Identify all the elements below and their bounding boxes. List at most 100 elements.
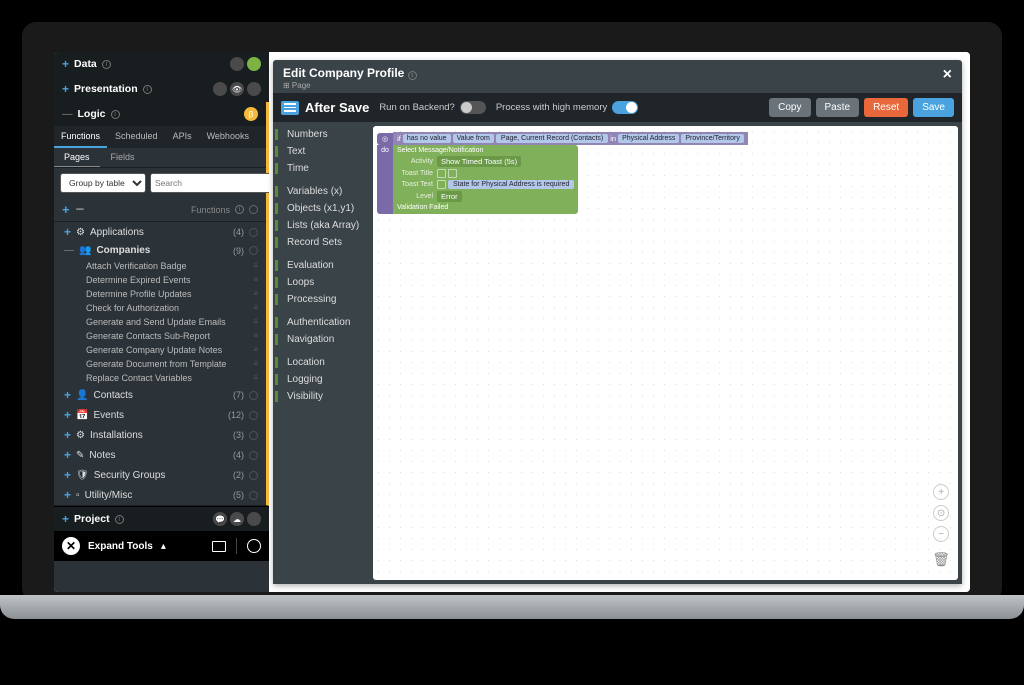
block-canvas[interactable]: ◎ if has no value Value from Page, Curre… xyxy=(373,126,958,580)
palette-logging[interactable]: Logging xyxy=(273,371,373,388)
tab-webhooks[interactable]: Webhooks xyxy=(200,126,256,148)
palette-variables[interactable]: Variables (x) xyxy=(273,183,373,200)
palette-location[interactable]: Location xyxy=(273,354,373,371)
tree-notes[interactable]: +✎Notes(4) xyxy=(54,445,266,465)
close-icon[interactable]: × xyxy=(943,66,952,84)
sub-item[interactable]: Check for Authorization≡ xyxy=(54,301,266,315)
tab-functions[interactable]: Functions xyxy=(54,126,107,148)
tree-contacts[interactable]: +👤Contacts(7) xyxy=(54,385,266,405)
palette-numbers[interactable]: Numbers xyxy=(273,126,373,143)
remove-icon[interactable]: − xyxy=(76,201,85,218)
tree-label: Security Groups xyxy=(94,470,166,481)
expand-icon: + xyxy=(64,225,71,239)
expand-tools[interactable]: ✕ Expand Tools▴ xyxy=(54,531,269,561)
subtab-fields[interactable]: Fields xyxy=(101,148,145,167)
gear-icon[interactable] xyxy=(249,228,258,237)
palette-eval[interactable]: Evaluation xyxy=(273,257,373,274)
section-logic[interactable]: —Logici β xyxy=(54,102,266,126)
dot-icon[interactable] xyxy=(247,512,261,526)
dot-icon[interactable] xyxy=(247,82,261,96)
dot-icon[interactable]: ☁ xyxy=(230,512,244,526)
expand-icon: + xyxy=(64,468,71,482)
section-data[interactable]: +Datai xyxy=(54,52,269,76)
sub-item[interactable]: Generate Company Update Notes≡ xyxy=(54,343,266,357)
gear-icon[interactable] xyxy=(249,205,258,214)
palette-auth[interactable]: Authentication xyxy=(273,314,373,331)
palette-text[interactable]: Text xyxy=(273,143,373,160)
editor-section-title: After Save xyxy=(305,100,369,115)
tree-installations[interactable]: +⚙Installations(3) xyxy=(54,425,266,445)
section-presentation[interactable]: +Presentationi 👁 xyxy=(54,77,269,101)
tab-apis[interactable]: APIs xyxy=(166,126,199,148)
empty-slot[interactable] xyxy=(448,169,457,178)
block-province[interactable]: Province/Territory xyxy=(681,134,743,143)
block-showtoast[interactable]: Show Timed Toast (5s) xyxy=(437,156,521,167)
palette-lists[interactable]: Lists (aka Array) xyxy=(273,217,373,234)
zoom-in-icon[interactable]: + xyxy=(933,484,949,500)
empty-slot[interactable] xyxy=(437,169,446,178)
group-by-select[interactable]: Group by table xyxy=(60,173,146,193)
block-valuefrom[interactable]: Value from xyxy=(453,134,494,143)
sliders-icon: ⚙ xyxy=(76,227,85,238)
section-project[interactable]: +Projecti 💬☁ xyxy=(54,506,269,531)
palette-loops[interactable]: Loops xyxy=(273,274,373,291)
palette-processing[interactable]: Processing xyxy=(273,291,373,308)
sub-item[interactable]: Determine Profile Updates≡ xyxy=(54,287,266,301)
gear-icon[interactable] xyxy=(249,411,258,420)
backend-option[interactable]: Run on Backend? xyxy=(379,101,486,114)
block-hasnovalue[interactable]: has no value xyxy=(403,134,451,143)
palette-objects[interactable]: Objects (x1,y1) xyxy=(273,200,373,217)
editor-panel: Edit Company Profile i ⊞ Page × After Sa… xyxy=(273,60,962,584)
highmem-toggle[interactable] xyxy=(612,101,638,114)
gear-icon[interactable] xyxy=(249,391,258,400)
dot-green-icon[interactable] xyxy=(247,57,261,71)
dot-icon[interactable] xyxy=(213,82,227,96)
gear-icon[interactable] xyxy=(249,491,258,500)
trash-icon[interactable]: 🗑 xyxy=(932,551,950,568)
tree-events[interactable]: +📅Events(12) xyxy=(54,405,266,425)
menu-icon[interactable] xyxy=(281,101,299,115)
sub-item[interactable]: Generate Document from Template≡ xyxy=(54,357,266,371)
reset-button[interactable]: Reset xyxy=(864,98,908,117)
tree-applications[interactable]: +⚙Applications(4) xyxy=(54,222,266,242)
sub-item[interactable]: Generate Contacts Sub-Report≡ xyxy=(54,329,266,343)
sub-item[interactable]: Generate and Send Update Emails≡ xyxy=(54,315,266,329)
subtab-pages[interactable]: Pages xyxy=(54,148,100,167)
tab-scheduled[interactable]: Scheduled xyxy=(108,126,165,148)
tree-security[interactable]: +🛡Security Groups(2) xyxy=(54,465,266,485)
dot-icon[interactable] xyxy=(230,57,244,71)
copy-button[interactable]: Copy xyxy=(769,98,810,117)
sub-item[interactable]: Attach Verification Badge≡ xyxy=(54,259,266,273)
sub-item[interactable]: Replace Contact Variables≡ xyxy=(54,371,266,385)
zoom-reset-icon[interactable]: ⊙ xyxy=(933,505,949,521)
gear-icon[interactable] xyxy=(249,246,258,255)
block-physical[interactable]: Physical Address xyxy=(618,134,679,143)
block-page[interactable]: Page, Current Record (Contacts) xyxy=(496,134,608,143)
palette-time[interactable]: Time xyxy=(273,160,373,177)
dot-icon[interactable]: 💬 xyxy=(213,512,227,526)
palette-visibility[interactable]: Visibility xyxy=(273,388,373,405)
block-toastmsg[interactable]: State for Physical Address is required xyxy=(448,180,574,189)
block-cluster[interactable]: ◎ if has no value Value from Page, Curre… xyxy=(377,132,748,214)
search-input[interactable] xyxy=(150,173,271,193)
tree-companies[interactable]: —👥Companies(9) xyxy=(54,242,266,259)
gear-icon[interactable] xyxy=(249,471,258,480)
tree-utility[interactable]: +▫Utility/Misc(5) xyxy=(54,485,266,505)
gear-icon[interactable] xyxy=(249,451,258,460)
add-icon[interactable]: + xyxy=(62,202,70,217)
gear-icon[interactable] xyxy=(249,431,258,440)
backend-toggle[interactable] xyxy=(460,101,486,114)
desktop-icon[interactable] xyxy=(212,541,226,552)
dot-icon[interactable]: 👁 xyxy=(230,82,244,96)
save-button[interactable]: Save xyxy=(913,98,954,117)
sub-item[interactable]: Determine Expired Events≡ xyxy=(54,273,266,287)
user-icon[interactable] xyxy=(247,539,261,553)
zoom-out-icon[interactable]: − xyxy=(933,526,949,542)
highmem-option[interactable]: Process with high memory xyxy=(496,101,638,114)
palette-recordsets[interactable]: Record Sets xyxy=(273,234,373,251)
block-error[interactable]: Error xyxy=(437,191,462,202)
empty-slot[interactable] xyxy=(437,180,446,189)
palette-nav[interactable]: Navigation xyxy=(273,331,373,348)
paste-button[interactable]: Paste xyxy=(816,98,860,117)
dot-orange-icon[interactable]: β xyxy=(244,107,258,121)
